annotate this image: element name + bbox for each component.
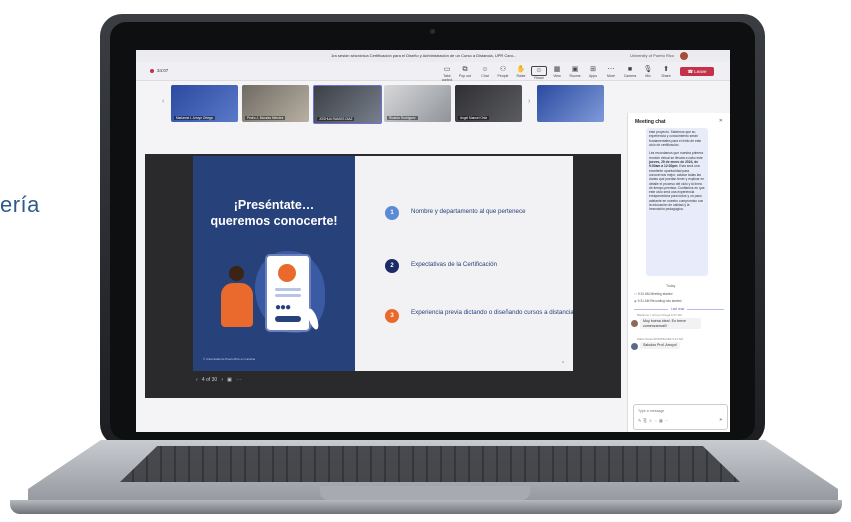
raise-hand-icon: ✋	[516, 66, 526, 73]
more-button[interactable]: ⋯ More	[603, 66, 619, 78]
participant-tile[interactable]: Angel Manuel Ortiz	[455, 85, 522, 122]
share-icon: ⬆	[663, 66, 669, 73]
participant-tile[interactable]: JOSHUA RAMOS DIAZ	[313, 85, 382, 124]
participant-tile[interactable]	[537, 85, 604, 122]
slide-heading: ¡Preséntate… queremos conocerte!	[210, 198, 338, 228]
close-icon[interactable]: ✕	[719, 118, 723, 124]
strip-next-arrow-icon[interactable]: ›	[528, 98, 530, 105]
more-icon: ⋯	[607, 66, 615, 73]
react-icon: ☺	[531, 66, 547, 76]
user-avatar[interactable]	[680, 52, 688, 60]
strip-prev-arrow-icon[interactable]: ‹	[162, 98, 164, 105]
more-options-icon[interactable]: ⋯	[236, 377, 241, 383]
item-number-badge: 1	[385, 206, 399, 220]
participant-name: Ricardo Rodríguez	[387, 116, 418, 120]
compose-toolbar-icons[interactable]: ✎⎘☺◌▦⋯	[638, 418, 671, 423]
participant-name: Pedro J. Morales Méndez	[245, 116, 286, 120]
profile-avatar-icon	[278, 264, 296, 282]
message-meta: Pablo Daniel RODRIGUEZ 9:41 AM	[637, 337, 683, 341]
pop-out-button[interactable]: ⧉ Pop out	[457, 66, 473, 78]
date-divider: Today	[666, 284, 676, 288]
system-message: ◉ 9:31 AM Recording has started	[634, 299, 682, 303]
participant-tile[interactable]: Ricardo Rodríguez	[384, 85, 451, 122]
person-illustration	[221, 283, 253, 327]
person-head	[229, 266, 244, 281]
share-button[interactable]: ⬆ Share	[658, 66, 674, 78]
window-title: 1ra sesión sincrónica Certificación para…	[331, 53, 517, 58]
chat-button[interactable]: ☺ Chat	[477, 66, 493, 78]
participant-name: Marianne I. Arroyo Ortega	[174, 116, 215, 120]
mic-button[interactable]: 🎙 Mic	[640, 66, 656, 78]
chat-compose-box[interactable]: Type a message ✎⎘☺◌▦⋯ ➤	[633, 404, 728, 430]
chat-icon: ☺	[481, 66, 489, 73]
leave-button[interactable]: ☎ Leave	[680, 67, 714, 76]
next-slide-button[interactable]: ›	[221, 377, 223, 383]
apps-icon: ⊞	[590, 66, 596, 73]
system-message: ▭ 9:31 AM Meeting started	[634, 292, 673, 296]
dots-icon: ●●●	[275, 302, 291, 313]
slide-page-number: 4	[562, 360, 564, 364]
teams-meeting-window: 1ra sesión sincrónica Certificación para…	[136, 50, 730, 432]
presentation-controls: ‹ 4 of 30 › ▣ ⋯	[196, 377, 241, 383]
mic-icon: 🎙	[643, 66, 653, 73]
participant-tile[interactable]: Pedro J. Morales Méndez	[242, 85, 309, 122]
pop-out-icon: ⧉	[462, 66, 468, 73]
chat-message: Saludos Prof. Arroyo!	[640, 342, 680, 349]
camera-button[interactable]: ■ Camera	[622, 66, 638, 78]
people-icon: ⚇	[499, 66, 507, 73]
slide-counter: 4 of 30	[201, 377, 218, 383]
prev-slide-button[interactable]: ‹	[196, 377, 198, 383]
camera-icon: ■	[627, 66, 633, 73]
raise-hand-button[interactable]: ✋ Raise	[513, 66, 529, 78]
rooms-icon: ▣	[571, 66, 579, 73]
item-text: Experiencia previa dictando o diseñando …	[411, 309, 573, 316]
item-text: Nombre y departamento al que pertenece	[411, 208, 526, 215]
meeting-toolbar: 34:07 ▭ Take control ⧉ Pop out ☺ Chat ⚇ Peop…	[136, 62, 730, 82]
phone-illustration: ●●●	[265, 254, 311, 332]
title-bar: 1ra sesión sincrónica Certificación para…	[136, 50, 730, 62]
organization-name: University of Puerto Rico	[629, 53, 674, 58]
recording-dot-icon	[150, 68, 154, 73]
timer-value: 34:07	[157, 68, 169, 73]
view-grid-icon: ▦	[553, 66, 561, 73]
chat-title: Meeting chat	[635, 119, 666, 125]
laptop-keyboard	[120, 446, 740, 482]
avatar	[631, 343, 638, 350]
webcam-icon	[430, 29, 435, 34]
recording-timer: 34:07	[150, 68, 168, 73]
participant-name: JOSHUA RAMOS DIAZ	[317, 117, 355, 121]
slide-copyright: © Universidad de Puerto Rico en Carolina	[203, 357, 255, 361]
avatar	[631, 320, 638, 327]
chat-message: Muy buena idea!. En breve comenzamos!!!	[640, 318, 701, 330]
rooms-button[interactable]: ▣ Rooms	[567, 66, 583, 78]
participant-tile[interactable]: Marianne I. Arroyo Ortega	[171, 85, 238, 122]
view-icon: ▭	[443, 66, 451, 73]
message-meta: Marianne I. Arroyo Ortega 9:37 AM	[637, 313, 682, 317]
last-read-divider: Last read	[634, 307, 724, 311]
message-input[interactable]: Type a message	[638, 409, 664, 413]
grid-view-icon[interactable]: ▣	[227, 377, 232, 383]
participant-name: Angel Manuel Ortiz	[458, 116, 490, 120]
meeting-chat-panel: Meeting chat ✕ este proyecto. Sabemos qu…	[627, 113, 730, 432]
presentation-slide: ¡Preséntate… queremos conocerte! ●●● © Un…	[193, 156, 573, 371]
item-number-badge: 2	[385, 259, 399, 273]
laptop-hinge	[320, 486, 530, 500]
apps-button[interactable]: ⊞ Apps	[585, 66, 601, 78]
take-control-button[interactable]: ▭ Take control	[439, 66, 455, 82]
item-number-badge: 3	[385, 309, 399, 323]
view-button[interactable]: ▦ View	[549, 66, 565, 78]
send-icon[interactable]: ➤	[719, 417, 723, 423]
item-text: Expectativas de la Certificación	[411, 261, 497, 268]
chat-message-bubble: este proyecto. Sabemos que su experienci…	[646, 128, 708, 276]
people-button[interactable]: ⚇ People	[495, 66, 511, 78]
background-text-fragment: ería	[0, 192, 40, 217]
react-button[interactable]: ☺ React	[531, 66, 547, 80]
laptop-front-lip	[10, 500, 842, 514]
